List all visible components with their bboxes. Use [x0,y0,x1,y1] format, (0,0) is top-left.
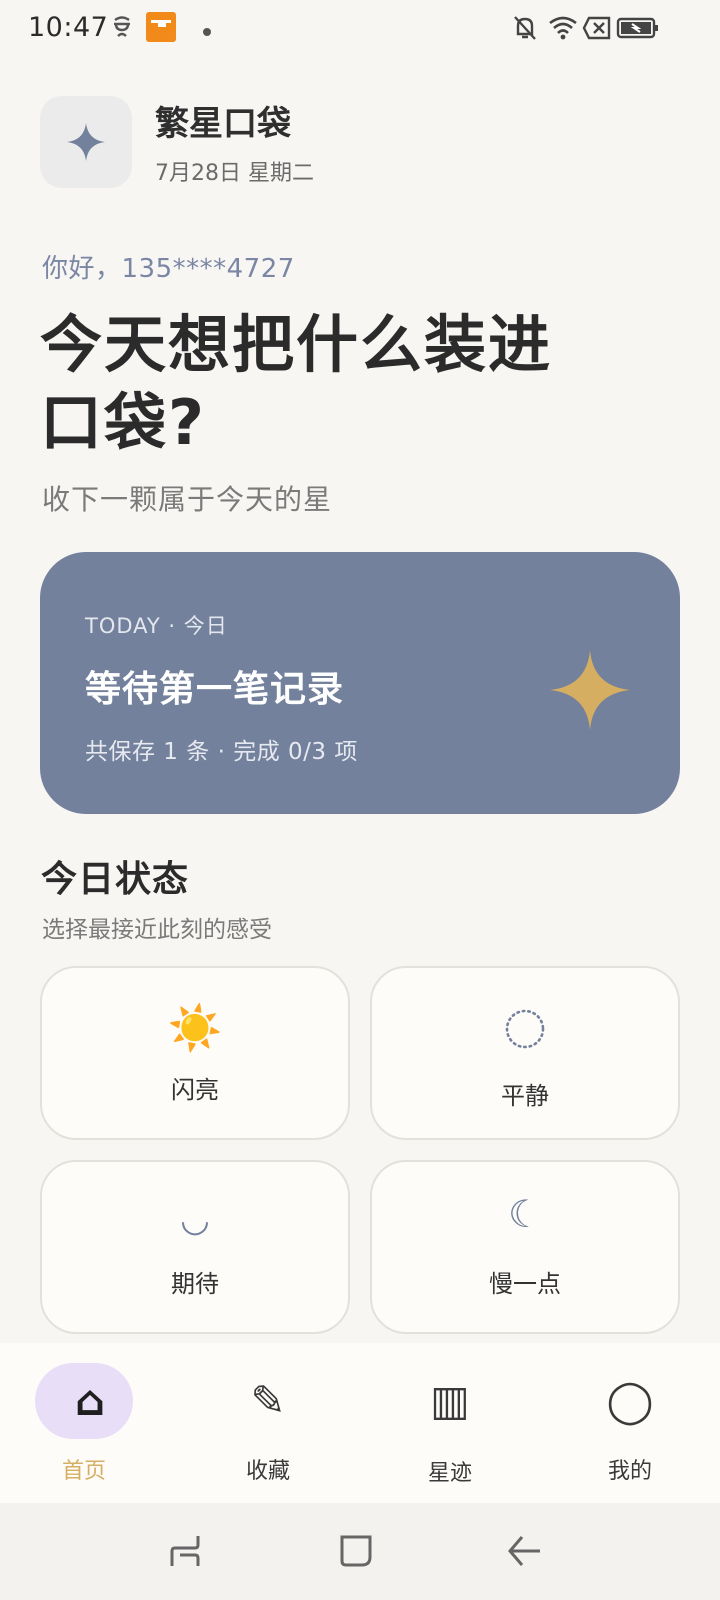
profile-circle-icon: ◯ [606,1376,654,1425]
dotted-circle-icon [372,1008,678,1054]
moon-icon: ☾ [507,1192,543,1236]
sim-off-icon [582,16,612,44]
mood-option-label: 期待 [171,1270,219,1298]
nav-label-star-trace: 星迹 [427,1461,472,1486]
notification-dot-icon [202,22,212,41]
app-title: 繁星口袋 [155,104,291,144]
bottom-nav: ⌂ 首页 ✎ 收藏 ▥ 星迹 ◯ 我的 [0,1343,720,1503]
assistant-icon [110,14,134,46]
mood-option-slow[interactable]: ☾ 慢一点 [370,1160,680,1334]
bell-muted-icon [512,14,538,46]
mood-option-label: 闪亮 [171,1076,219,1104]
nav-label-home: 首页 [61,1459,106,1484]
battery-charging-icon [616,16,660,44]
archive-columns-icon: ▥ [430,1376,470,1425]
mood-option-label: 慢一点 [489,1270,561,1298]
app-logo [40,96,132,188]
home-icon: ⌂ [74,1376,106,1425]
today-card-label: TODAY · 今日 [85,614,228,638]
today-card-title: 等待第一笔记录 [85,669,345,710]
screen: 10:47 繁星口袋 7月28日 星期二 你好，135****4727 今天想把… [0,0,720,1600]
mood-option-shiny[interactable]: ☀️ 闪亮 [40,966,350,1140]
status-bar: 10:47 [0,0,720,56]
user-greeting: 你好，135****4727 [42,254,295,284]
page-subtitle: 收下一颗属于今天的星 [42,483,333,516]
smile-arc-icon: ◡ [180,1200,210,1240]
nav-label-profile: 我的 [607,1459,652,1484]
home-button-icon[interactable] [338,1533,374,1573]
sparkle-star-icon [67,123,105,161]
mood-section-subtitle: 选择最接近此刻的感受 [42,917,272,943]
mood-section-title: 今日状态 [41,859,190,900]
today-card[interactable]: TODAY · 今日 等待第一笔记录 共保存 1 条 · 完成 0/3 项 [40,552,680,814]
sun-icon: ☀️ [167,1003,223,1054]
today-card-meta: 共保存 1 条 · 完成 0/3 项 [85,739,358,765]
nav-item-home[interactable]: ⌂ 首页 [0,1343,180,1503]
recent-apps-icon[interactable] [168,1533,202,1573]
mood-option-label: 平静 [501,1082,549,1110]
status-time: 10:47 [28,12,109,43]
nav-item-star-trace[interactable]: ▥ 星迹 [360,1343,540,1503]
mood-option-expect[interactable]: ◡ 期待 [40,1160,350,1334]
nav-label-favorites: 收藏 [245,1459,290,1484]
nav-item-favorites[interactable]: ✎ 收藏 [178,1343,358,1503]
back-icon[interactable] [506,1533,542,1573]
nav-item-profile[interactable]: ◯ 我的 [540,1343,720,1503]
mood-option-calm[interactable]: 平静 [370,966,680,1140]
system-navigation-bar [0,1503,720,1600]
pencil-icon: ✎ [250,1376,286,1425]
wifi-icon [548,14,578,44]
gold-star-icon [550,650,630,730]
page-headline: 今天想把什么装进口袋? [40,308,553,459]
app-notification-icon [146,12,176,46]
current-date: 7月28日 星期二 [155,161,314,186]
